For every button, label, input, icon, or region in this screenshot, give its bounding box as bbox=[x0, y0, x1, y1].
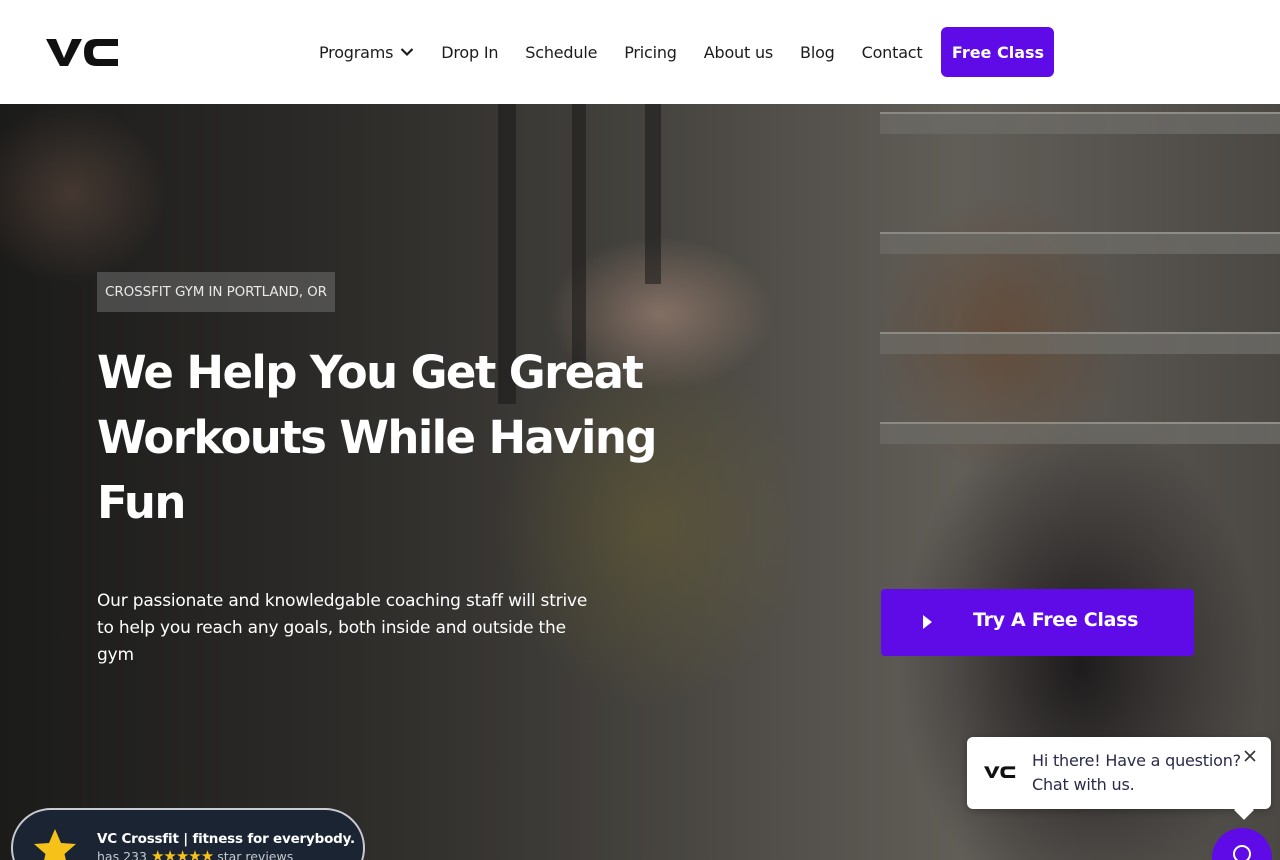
nav-blog[interactable]: Blog bbox=[800, 43, 835, 62]
chevron-down-icon bbox=[400, 48, 414, 57]
location-tag: CROSSFIT GYM IN PORTLAND, OR bbox=[97, 272, 335, 312]
vc-logo[interactable] bbox=[46, 36, 120, 68]
try-free-class-label: Try A Free Class bbox=[973, 609, 1139, 631]
nav-drop-in[interactable]: Drop In bbox=[441, 43, 498, 62]
try-free-class-button[interactable]: Try A Free Class bbox=[881, 589, 1194, 656]
nav-programs[interactable]: Programs bbox=[319, 43, 414, 62]
main-nav: Programs Drop In Schedule Pricing About … bbox=[319, 27, 1055, 77]
free-class-button[interactable]: Free Class bbox=[941, 27, 1055, 77]
close-icon[interactable] bbox=[1243, 749, 1257, 763]
vc-logo bbox=[984, 766, 1016, 779]
review-summary: has 233 ★★★★★ star reviews bbox=[97, 847, 293, 860]
play-icon bbox=[923, 615, 932, 629]
review-count: has 233 bbox=[97, 848, 147, 860]
star-icon bbox=[34, 829, 76, 860]
headline-line: Workouts While Having bbox=[97, 411, 658, 464]
review-badge[interactable]: VC Crossfit | fitness for everybody. has… bbox=[11, 808, 365, 860]
nav-contact[interactable]: Contact bbox=[862, 43, 923, 62]
rating-stars-icon: ★★★★★ bbox=[150, 847, 214, 860]
headline-line: We Help You Get Great bbox=[97, 346, 644, 399]
subtext-line: Our passionate and knowledgable coaching… bbox=[97, 591, 588, 611]
hero-headline: We Help You Get Great Workouts While Hav… bbox=[97, 340, 757, 535]
chat-message-line: Hi there! Have a question? bbox=[1032, 751, 1241, 770]
chat-popup[interactable]: Hi there! Have a question? Chat with us. bbox=[967, 737, 1271, 809]
nav-schedule[interactable]: Schedule bbox=[525, 43, 597, 62]
nav-about-us[interactable]: About us bbox=[704, 43, 773, 62]
chat-icon bbox=[1233, 845, 1251, 860]
chat-message: Hi there! Have a question? Chat with us. bbox=[1032, 749, 1242, 797]
nav-programs-label: Programs bbox=[319, 42, 394, 62]
review-suffix: star reviews bbox=[217, 848, 294, 860]
hero-subtext: Our passionate and knowledgable coaching… bbox=[97, 588, 657, 669]
subtext-line: gym bbox=[97, 645, 134, 665]
site-header: Programs Drop In Schedule Pricing About … bbox=[0, 0, 1280, 104]
chat-message-line: Chat with us. bbox=[1032, 775, 1135, 794]
review-badge-title: VC Crossfit | fitness for everybody. bbox=[97, 831, 355, 847]
headline-line: Fun bbox=[97, 476, 186, 529]
subtext-line: to help you reach any goals, both inside… bbox=[97, 618, 566, 638]
nav-pricing[interactable]: Pricing bbox=[624, 43, 677, 62]
